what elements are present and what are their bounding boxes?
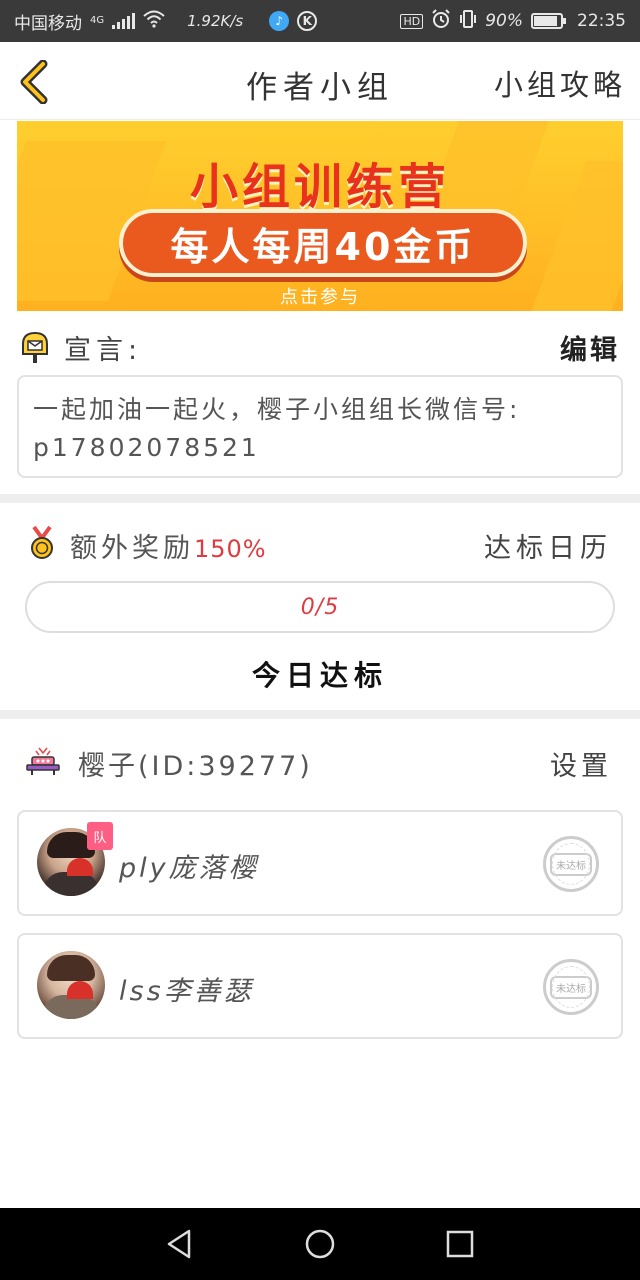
manifesto-text: 一起加油一起火，樱子小组组长微信号: p17802078521 [17,375,623,478]
home-circle-icon [305,1229,335,1259]
manifesto-label: 宣言: [64,335,143,366]
avatar [37,951,105,1019]
section-divider [0,710,640,719]
back-triangle-icon [167,1229,191,1259]
status-bar: 中国移动 4G 1.92K/s ♪ K HD 90% 22:35 [0,0,640,42]
battery-icon [531,13,566,29]
nav-back-button[interactable] [160,1224,200,1264]
alarm-icon [431,8,451,34]
extra-reward-label: 额外奖励150% [70,526,267,565]
app-header: 作者小组 小组攻略 [0,42,640,120]
group-header: 樱子(ID:39277) 设置 [26,742,612,782]
manifesto-header: 宣言: 编辑 [20,326,620,366]
network-speed: 1.92K/s [187,12,244,30]
member-name: ply庞落樱 [119,853,259,884]
extra-reward-text: 额外奖励 [70,533,194,564]
status-stamp-label: 未达标 [550,975,592,999]
not-achieved-stamp-icon: 未达标 [543,959,599,1015]
section-divider [0,494,640,503]
reward-header: 额外奖励150% 达标日历 [28,524,612,564]
member-card[interactable]: 队 ply庞落樱 未达标 [17,810,623,916]
system-nav-bar [0,1208,640,1280]
training-camp-banner[interactable]: 小组训练营 每人每周40金币 点击参与 [17,121,623,311]
banner-join-cta[interactable]: 点击参与 [17,283,623,309]
banner-reward-pill: 每人每周40金币 [119,209,527,277]
progress-text: 0/5 [300,595,340,620]
achievement-calendar-link[interactable]: 达标日历 [484,526,612,565]
extra-reward-percent: 150% [194,535,267,563]
not-achieved-stamp-icon: 未达标 [543,836,599,892]
weekly-progress-bar: 0/5 [25,581,615,633]
group-settings-button[interactable]: 设置 [550,744,612,783]
hd-icon: HD [400,13,424,29]
vibrate-icon [459,9,477,34]
mailbox-icon [22,331,48,363]
group-name: 樱子(ID:39277) [78,751,313,782]
nav-recents-button[interactable] [440,1224,480,1264]
team-leader-badge: 队 [87,822,113,850]
carrier-label: 中国移动 [14,13,82,34]
edit-manifesto-button[interactable]: 编辑 [560,328,620,367]
today-achieved-button[interactable]: 今日达标 [0,654,640,694]
group-guide-link[interactable]: 小组攻略 [494,62,626,104]
network-type: 4G [90,14,105,26]
member-name: lss李善瑟 [119,976,254,1007]
recents-square-icon [446,1230,474,1258]
medal-icon [31,526,53,559]
signal-icon [112,13,136,29]
member-card[interactable]: lss李善瑟 未达标 [17,933,623,1039]
nav-home-button[interactable] [300,1224,340,1264]
status-stamp-label: 未达标 [550,852,592,876]
clock: 22:35 [577,11,626,31]
banner-title: 小组训练营 [189,159,450,215]
group-icon [26,747,60,775]
battery-percent: 90% [485,11,523,31]
k-app-icon: K [297,11,318,31]
music-app-icon: ♪ [269,11,290,31]
wifi-icon [143,10,165,33]
